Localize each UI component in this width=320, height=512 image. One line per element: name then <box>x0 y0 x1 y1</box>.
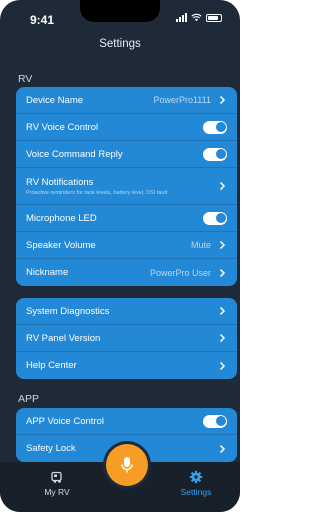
chevron-right-icon <box>219 333 226 343</box>
rv-voice-control-toggle[interactable] <box>203 120 227 134</box>
rv-notifications-description: Proactive reminders for tank levels, bat… <box>26 189 168 196</box>
system-diagnostics-label: System Diagnostics <box>26 305 110 317</box>
nickname-value: PowerPro User <box>149 267 211 278</box>
microphone-led-row: Microphone LED <box>16 205 237 232</box>
chevron-right-icon <box>219 361 226 370</box>
battery-icon <box>206 13 222 22</box>
rv-voice-control-row: RV Voice Control <box>16 114 237 141</box>
help-center-label: Help Center <box>26 360 77 371</box>
microphone-led-toggle[interactable] <box>203 211 227 225</box>
chevron-right-icon <box>219 95 226 105</box>
status-icons <box>176 13 222 22</box>
tab-my-rv[interactable]: My RV <box>27 470 87 497</box>
wifi-icon <box>191 13 202 22</box>
rv-icon <box>51 471 62 483</box>
nickname-row[interactable]: Nickname PowerPro User <box>16 259 237 286</box>
speaker-volume-label: Speaker Volume <box>26 239 96 251</box>
status-time: 9:41 <box>30 13 55 27</box>
microphone-led-label: Microphone LED <box>26 212 97 224</box>
section-label-rv: RV <box>18 73 33 85</box>
section-label-app: APP <box>18 393 40 405</box>
chevron-right-icon <box>219 240 226 250</box>
device-name-label: Device Name <box>26 94 84 106</box>
voice-command-reply-row: Voice Command Reply <box>16 141 237 168</box>
tab-my-rv-label: My RV <box>44 487 70 497</box>
app-voice-control-row: APP Voice Control <box>16 408 237 435</box>
voice-command-reply-toggle[interactable] <box>203 147 227 161</box>
system-info-card: System Diagnostics RV Panel Version Help… <box>16 298 237 379</box>
notch <box>80 0 160 22</box>
rv-notifications-label: RV Notifications <box>26 176 94 188</box>
rv-notifications-row[interactable]: RV Notifications Proactive reminders for… <box>16 168 237 205</box>
microphone-icon <box>121 457 133 473</box>
rv-panel-version-row[interactable]: RV Panel Version <box>16 325 237 352</box>
nickname-label: Nickname <box>26 267 69 278</box>
rv-panel-version-label: RV Panel Version <box>26 332 101 344</box>
status-bar: 9:41 <box>0 0 240 30</box>
app-voice-control-toggle[interactable] <box>203 414 227 428</box>
help-center-row[interactable]: Help Center <box>16 352 237 379</box>
page-title: Settings <box>99 38 141 50</box>
speaker-volume-value: Mute <box>190 240 211 250</box>
rv-settings-card: Device Name PowerPro1111 RV Voice Contro… <box>16 87 237 286</box>
tab-settings-label: Settings <box>180 487 212 497</box>
chevron-right-icon <box>219 444 226 453</box>
rv-voice-control-label: RV Voice Control <box>26 121 99 133</box>
voice-mic-button[interactable] <box>106 444 148 486</box>
voice-command-reply-label: Voice Command Reply <box>26 148 123 160</box>
app-voice-control-label: APP Voice Control <box>26 415 104 427</box>
phone-screen: 9:41 Settings RV Device Name PowerPro111… <box>0 0 240 512</box>
device-name-row[interactable]: Device Name PowerPro1111 <box>16 87 237 114</box>
system-diagnostics-row[interactable]: System Diagnostics <box>16 298 237 325</box>
device-name-value: PowerPro1111 <box>153 95 211 105</box>
tab-settings[interactable]: Settings <box>166 470 226 497</box>
chevron-right-icon <box>219 268 226 277</box>
cellular-signal-icon <box>176 13 187 22</box>
speaker-volume-row[interactable]: Speaker Volume Mute <box>16 232 237 259</box>
chevron-right-icon <box>219 181 226 191</box>
gear-icon <box>189 470 203 484</box>
chevron-right-icon <box>219 306 226 316</box>
